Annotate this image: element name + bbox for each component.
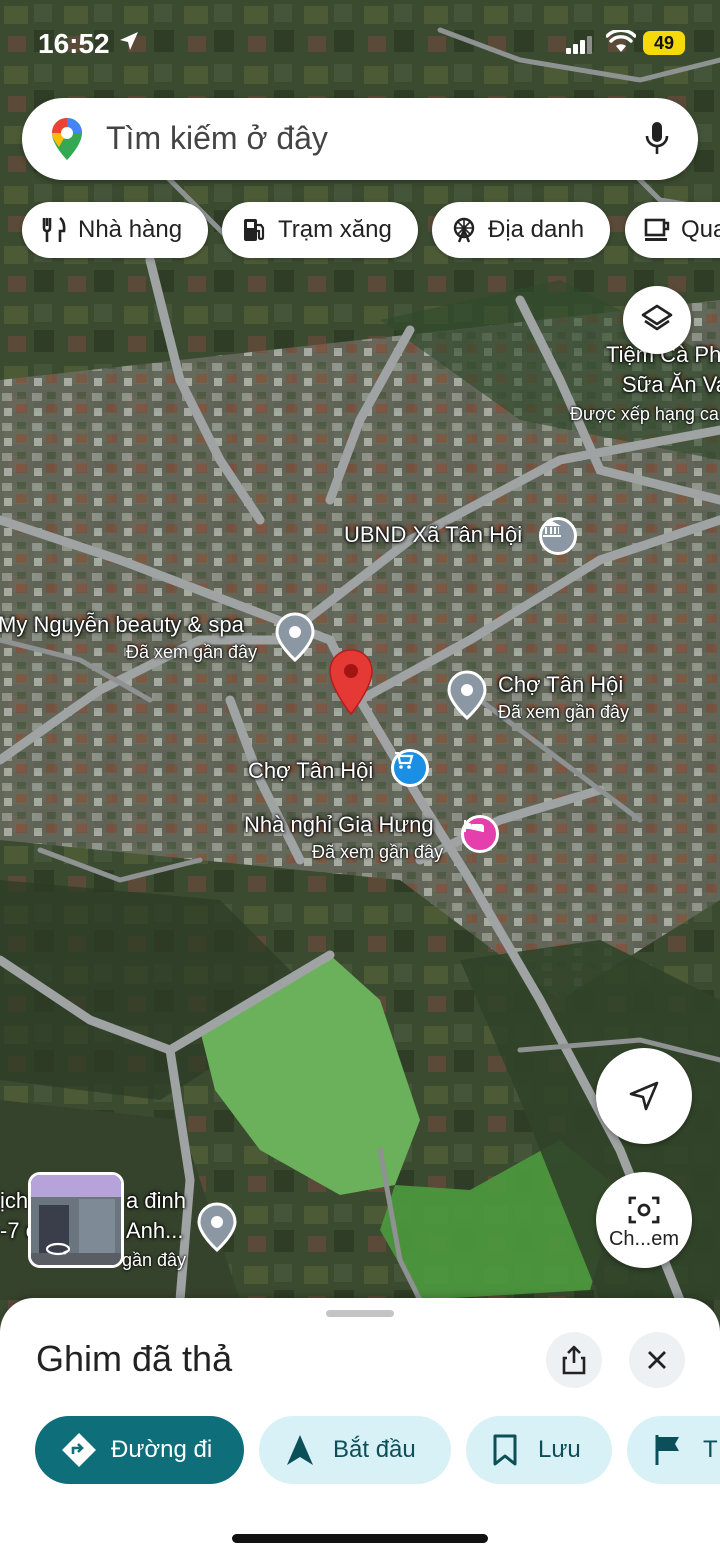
layers-icon <box>641 304 673 331</box>
ferris-wheel-icon <box>453 217 475 243</box>
gas-station-icon <box>244 219 265 241</box>
street-view-thumbnail[interactable] <box>28 1172 124 1268</box>
map-label-cho-tan-hoi-2[interactable]: Chợ Tân Hội <box>248 758 373 784</box>
share-icon <box>562 1345 586 1375</box>
map-label-bottom-sub: gần đây <box>122 1250 187 1270</box>
place-bottom-sheet[interactable]: Ghim đã thả Đường đi Bắt đầu Lưu T <box>0 1298 720 1558</box>
map-label-bottom-2b[interactable]: Anh... <box>126 1218 183 1244</box>
save-button[interactable]: Lưu <box>466 1416 612 1484</box>
close-icon <box>648 1351 666 1369</box>
start-label: Bắt đầu <box>333 1436 416 1463</box>
map-label-bottom[interactable]: ịch <box>0 1188 28 1214</box>
hotel-bed-icon[interactable] <box>461 815 499 853</box>
layers-button[interactable] <box>623 286 691 354</box>
lens-label: Ch...em <box>608 1227 680 1250</box>
chip-gas-stations[interactable]: Trạm xăng <box>222 202 418 258</box>
map-label-bottom-b[interactable]: a đinh <box>126 1188 186 1214</box>
map-label-cafe-rating: Được xếp hạng ca <box>570 404 719 424</box>
save-label: Lưu <box>538 1436 581 1463</box>
start-button[interactable]: Bắt đầu <box>259 1416 451 1484</box>
map-label-cho-tan-hoi-sub: Đã xem gần đây <box>498 702 630 722</box>
google-maps-logo-icon <box>50 116 84 167</box>
status-bar: 16:52 49 <box>0 0 720 90</box>
directions-button[interactable]: Đường đi <box>35 1416 244 1484</box>
home-indicator[interactable] <box>232 1534 488 1543</box>
chip-label: Địa danh <box>488 216 585 243</box>
chip-label: Qua <box>681 216 720 243</box>
drag-handle[interactable] <box>326 1310 394 1317</box>
camera-lens-icon <box>628 1196 660 1223</box>
microphone-icon[interactable] <box>644 120 670 163</box>
search-input[interactable]: Tìm kiếm ở đây <box>106 120 328 157</box>
map-label-spa-sub: Đã xem gần đây <box>126 642 258 662</box>
chip-landmarks[interactable]: Địa danh <box>432 202 610 258</box>
map-label-cho-tan-hoi[interactable]: Chợ Tân Hội <box>498 672 623 698</box>
chip-label: Nhà hàng <box>78 216 183 243</box>
sheet-title: Ghim đã thả <box>36 1338 233 1379</box>
directions-label: Đường đi <box>111 1436 213 1463</box>
wifi-icon <box>605 28 637 59</box>
my-location-button[interactable] <box>596 1048 692 1144</box>
government-building-icon[interactable] <box>539 517 577 555</box>
close-button[interactable] <box>629 1332 685 1388</box>
chip-restaurants[interactable]: Nhà hàng <box>22 202 208 258</box>
chip-label: Trạm xăng <box>278 216 392 243</box>
cellular-signal-icon <box>566 36 594 59</box>
map-label-nha-nghi-sub: Đã xem gần đây <box>312 842 444 862</box>
clock: 16:52 <box>38 28 110 59</box>
navigation-arrow-icon <box>287 1435 313 1465</box>
chip-cafes[interactable]: Qua <box>625 202 720 258</box>
map-label-cafe-line2[interactable]: Sữa Ăn Va <box>622 372 720 398</box>
flag-icon <box>655 1435 679 1465</box>
label-button[interactable]: T <box>627 1416 720 1484</box>
label-label: T <box>703 1436 718 1463</box>
location-services-icon <box>118 30 140 57</box>
coffee-cup-icon <box>644 218 670 241</box>
lens-button[interactable]: Ch...em <box>596 1172 692 1268</box>
share-button[interactable] <box>546 1332 602 1388</box>
navigation-arrow-icon <box>629 1081 659 1111</box>
battery-indicator: 49 <box>643 31 685 55</box>
map-label-nha-nghi[interactable]: Nhà nghỉ Gia Hưng <box>244 812 434 838</box>
map-label-spa[interactable]: My Nguyễn beauty & spa <box>0 612 244 638</box>
shopping-cart-icon[interactable] <box>391 749 429 787</box>
map-label-ubnd[interactable]: UBND Xã Tân Hội <box>344 522 522 548</box>
fork-knife-icon <box>42 216 66 242</box>
directions-icon <box>62 1433 96 1467</box>
bookmark-icon <box>493 1434 517 1466</box>
category-chips: Nhà hàng Trạm xăng Địa danh Qua <box>0 202 720 258</box>
search-bar[interactable]: Tìm kiếm ở đây <box>22 98 698 180</box>
